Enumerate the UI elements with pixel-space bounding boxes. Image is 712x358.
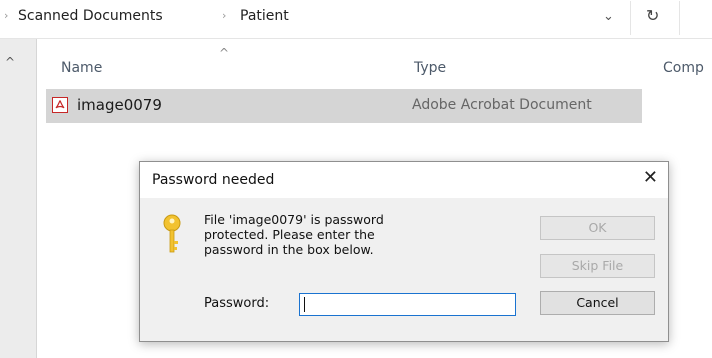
ok-button[interactable]: OK [540, 216, 655, 240]
column-header-type[interactable]: Type [414, 60, 446, 76]
sort-ascending-icon: ^ [219, 46, 230, 60]
address-bar[interactable]: › Scanned Documents › Patient ⌄ ↻ [0, 0, 712, 39]
file-row[interactable]: image0079 Adobe Acrobat Document [46, 89, 642, 123]
column-header-compressed[interactable]: Comp [663, 60, 704, 76]
pdf-icon [52, 97, 68, 113]
password-dialog: Password needed ✕ File 'image0079' is pa… [139, 161, 669, 342]
text-caret [304, 297, 305, 312]
dialog-message: File 'image0079' is password protected. … [204, 212, 384, 257]
refresh-button[interactable]: ↻ [631, 1, 680, 35]
skip-file-button[interactable]: Skip File [540, 254, 655, 278]
close-icon[interactable]: ✕ [643, 167, 658, 188]
address-history-dropdown[interactable]: ⌄ [586, 1, 631, 35]
dialog-titlebar: Password needed ✕ [140, 162, 668, 198]
refresh-icon: ↻ [646, 6, 660, 25]
file-name: image0079 [77, 96, 162, 114]
column-header-name[interactable]: Name [61, 60, 102, 76]
dialog-title: Password needed [152, 172, 275, 188]
navigation-pane[interactable]: ^ [0, 39, 37, 358]
key-icon [162, 213, 182, 261]
breadcrumb-scanned-documents[interactable]: Scanned Documents [18, 8, 163, 24]
cancel-button[interactable]: Cancel [540, 291, 655, 315]
breadcrumb-separator: › [4, 9, 9, 22]
password-input[interactable] [299, 293, 516, 316]
nav-scroll-up-icon[interactable]: ^ [5, 55, 15, 69]
file-type: Adobe Acrobat Document [412, 97, 592, 113]
password-label: Password: [204, 296, 270, 311]
chevron-down-icon: ⌄ [603, 9, 614, 24]
breadcrumb-separator: › [222, 9, 227, 22]
breadcrumb-patient[interactable]: Patient [240, 8, 289, 24]
